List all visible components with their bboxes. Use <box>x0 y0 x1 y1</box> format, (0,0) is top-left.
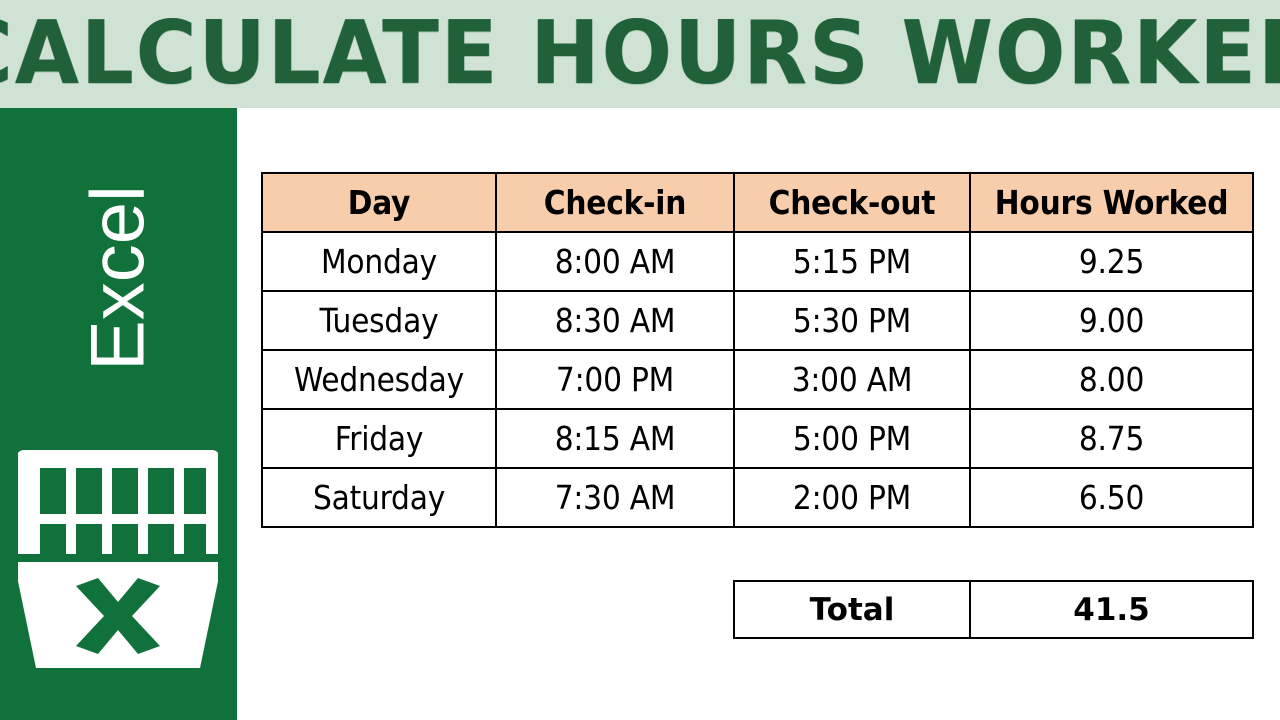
excel-wordmark: Excel <box>75 185 161 371</box>
cell-hours: 6.50 <box>969 467 1254 528</box>
cell-check-out: 5:15 PM <box>733 231 971 292</box>
cell-hours: 9.25 <box>969 231 1254 292</box>
total-summary-table: Total 41.5 <box>733 580 1254 639</box>
cell-check-in: 7:00 PM <box>495 349 735 410</box>
cell-check-out: 3:00 AM <box>733 349 971 410</box>
excel-logo-icon <box>18 450 218 668</box>
cell-day: Saturday <box>261 467 497 528</box>
page-title: CALCULATE HOURS WORKED <box>0 3 1280 105</box>
column-header-check-out: Check-out <box>733 172 971 233</box>
cell-check-out: 5:00 PM <box>733 408 971 469</box>
cell-check-in: 8:00 AM <box>495 231 735 292</box>
column-header-hours-worked: Hours Worked <box>969 172 1254 233</box>
table-row: Monday 8:00 AM 5:15 PM 9.25 <box>261 231 1254 292</box>
cell-day: Wednesday <box>261 349 497 410</box>
cell-check-out: 2:00 PM <box>733 467 971 528</box>
total-value: 41.5 <box>969 580 1254 639</box>
cell-check-out: 5:30 PM <box>733 290 971 351</box>
cell-day: Friday <box>261 408 497 469</box>
screenshot-root: CALCULATE HOURS WORKED Excel Day Check-i… <box>0 0 1280 720</box>
cell-check-in: 7:30 AM <box>495 467 735 528</box>
total-row: Total 41.5 <box>733 580 1254 639</box>
table-row: Friday 8:15 AM 5:00 PM 8.75 <box>261 408 1254 469</box>
column-header-day: Day <box>261 172 497 233</box>
cell-hours: 8.00 <box>969 349 1254 410</box>
cell-check-in: 8:15 AM <box>495 408 735 469</box>
table-row: Wednesday 7:00 PM 3:00 AM 8.00 <box>261 349 1254 410</box>
cell-check-in: 8:30 AM <box>495 290 735 351</box>
table-row: Saturday 7:30 AM 2:00 PM 6.50 <box>261 467 1254 528</box>
table-header-row: Day Check-in Check-out Hours Worked <box>261 172 1254 233</box>
cell-day: Monday <box>261 231 497 292</box>
hours-worked-table: Day Check-in Check-out Hours Worked Mond… <box>261 172 1254 528</box>
table-row: Tuesday 8:30 AM 5:30 PM 9.00 <box>261 290 1254 351</box>
cell-hours: 8.75 <box>969 408 1254 469</box>
total-label: Total <box>733 580 971 639</box>
excel-sidebar: Excel <box>0 108 237 720</box>
title-banner: CALCULATE HOURS WORKED <box>0 0 1280 108</box>
cell-day: Tuesday <box>261 290 497 351</box>
cell-hours: 9.00 <box>969 290 1254 351</box>
column-header-check-in: Check-in <box>495 172 735 233</box>
